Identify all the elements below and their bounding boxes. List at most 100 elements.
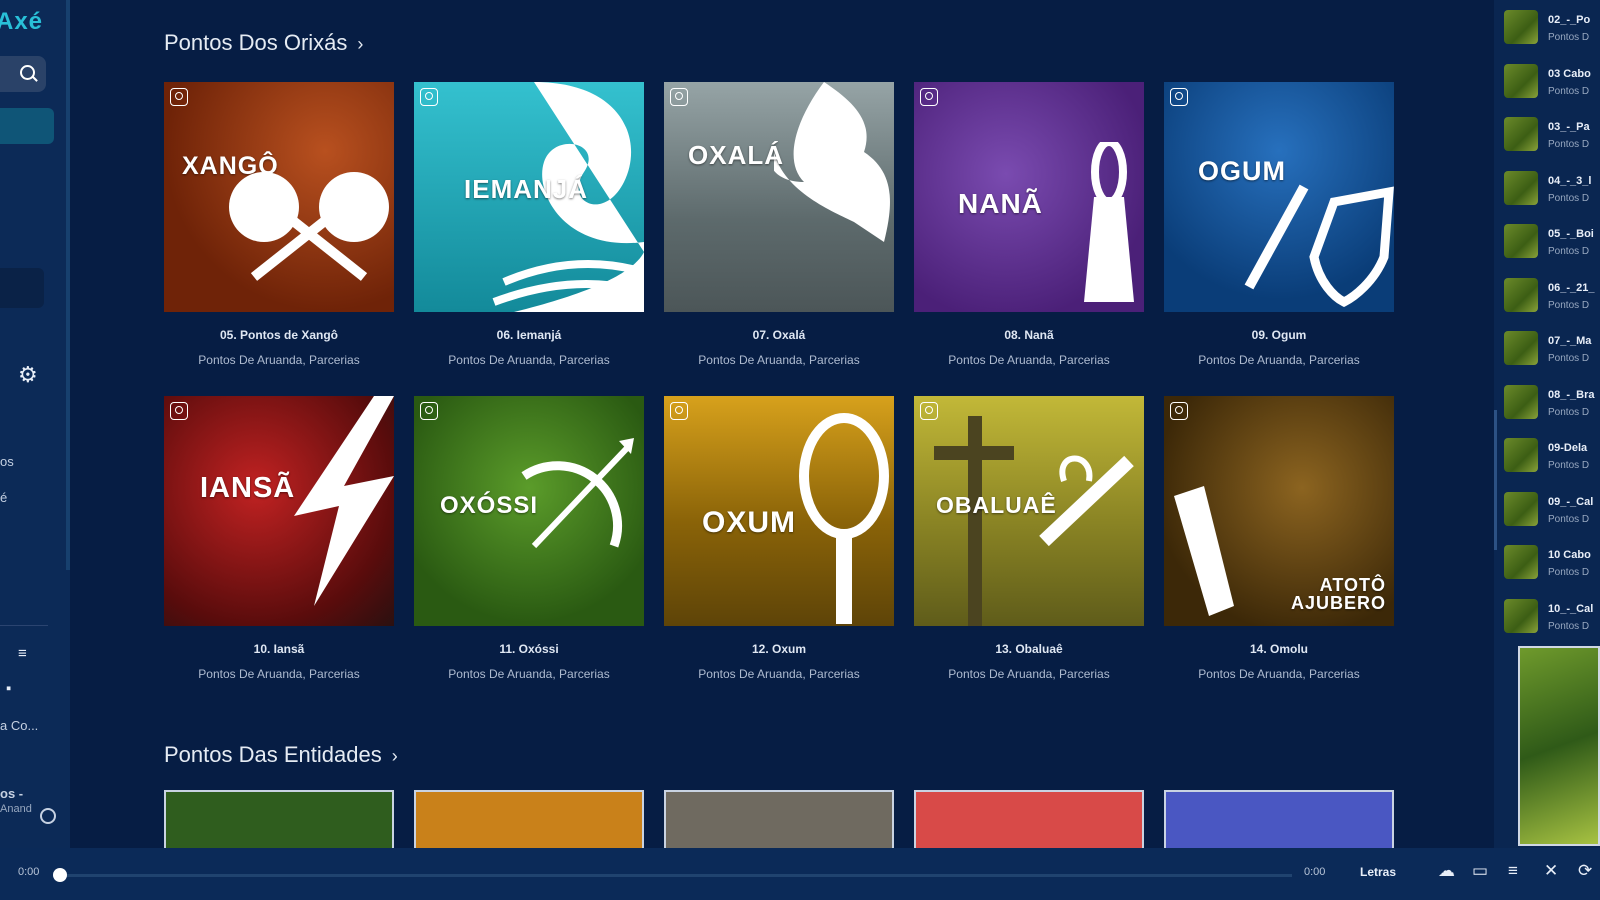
sidebar-divider bbox=[0, 625, 48, 626]
queue-icon[interactable]: ≡ bbox=[1508, 861, 1518, 881]
album-artist[interactable]: Pontos De Aruanda, Parcerias bbox=[1164, 667, 1394, 681]
album-card[interactable]: ATOTÔ AJUBERO 14. Omolu Pontos De Aruand… bbox=[1164, 396, 1394, 681]
album-cover[interactable]: OBALUAÊ bbox=[914, 396, 1144, 626]
album-card[interactable] bbox=[1164, 790, 1394, 848]
queue-item-title: 02_-_Po bbox=[1548, 14, 1591, 26]
album-card[interactable]: OXALÁ 07. Oxalá Pontos De Aruanda, Parce… bbox=[664, 82, 894, 367]
album-card[interactable] bbox=[414, 790, 644, 848]
album-title[interactable]: 14. Omolu bbox=[1164, 642, 1394, 656]
chevron-right-icon[interactable]: › bbox=[392, 746, 398, 766]
cast-icon[interactable]: ☁ bbox=[1438, 861, 1455, 881]
shuffle-icon[interactable]: ✕ bbox=[1544, 861, 1558, 881]
album-cover[interactable]: NANÃ bbox=[914, 82, 1144, 312]
album-card[interactable]: OGUM 09. Ogum Pontos De Aruanda, Parceri… bbox=[1164, 82, 1394, 367]
album-cover[interactable]: ATOTÔ AJUBERO bbox=[1164, 396, 1394, 626]
queue-item[interactable]: 04_-_3_l Pontos D bbox=[1504, 167, 1600, 213]
album-cover[interactable]: OGUM bbox=[1164, 82, 1394, 312]
dove-icon bbox=[774, 82, 890, 242]
section-title-entidades[interactable]: Pontos Das Entidades › bbox=[164, 742, 398, 768]
now-playing-artist: Anand bbox=[0, 803, 32, 815]
queue-item[interactable]: 07_-_Ma Pontos D bbox=[1504, 327, 1600, 373]
queue-thumbnail bbox=[1504, 10, 1538, 44]
album-title[interactable]: 13. Obaluaê bbox=[914, 642, 1144, 656]
search-button[interactable] bbox=[0, 56, 46, 92]
album-artist[interactable]: Pontos De Aruanda, Parcerias bbox=[914, 353, 1144, 367]
section-title-text[interactable]: Pontos Dos Orixás bbox=[164, 30, 347, 55]
like-icon[interactable] bbox=[40, 808, 56, 824]
progress-track[interactable] bbox=[60, 874, 1292, 877]
queue-item[interactable]: 05_-_Boi Pontos D bbox=[1504, 220, 1600, 266]
album-card[interactable] bbox=[914, 790, 1144, 848]
album-cover[interactable]: IEMANJÁ bbox=[414, 82, 644, 312]
album-artist[interactable]: Pontos De Aruanda, Parcerias bbox=[414, 353, 644, 367]
nav-item-active[interactable] bbox=[0, 108, 54, 144]
album-artist[interactable]: Pontos De Aruanda, Parcerias bbox=[414, 667, 644, 681]
queue-item[interactable]: 10 Cabo Pontos D bbox=[1504, 541, 1600, 587]
queue-item[interactable]: 02_-_Po Pontos D bbox=[1504, 6, 1600, 52]
playlist-add-icon[interactable]: ≡ bbox=[18, 645, 27, 662]
axe-icon bbox=[229, 172, 389, 281]
queue-item[interactable]: 09_-_Cal Pontos D bbox=[1504, 488, 1600, 534]
album-card[interactable]: IEMANJÁ 06. Iemanjá Pontos De Aruanda, P… bbox=[414, 82, 644, 367]
xaxara-icon bbox=[1039, 455, 1134, 547]
album-title[interactable]: 07. Oxalá bbox=[664, 328, 894, 342]
now-playing-artwork[interactable] bbox=[1518, 646, 1600, 846]
album-title[interactable]: 10. Iansã bbox=[164, 642, 394, 656]
album-cover[interactable]: OXALÁ bbox=[664, 82, 894, 312]
album-cover[interactable]: OXUM bbox=[664, 396, 894, 626]
queue-item[interactable]: 10_-_Cal Pontos D bbox=[1504, 595, 1600, 641]
sidebar-label[interactable]: os bbox=[0, 454, 14, 469]
chevron-right-icon[interactable]: › bbox=[357, 34, 363, 54]
queue-scrollbar[interactable] bbox=[1494, 410, 1497, 550]
queue-item[interactable]: 08_-_Bra Pontos D bbox=[1504, 381, 1600, 427]
settings-icon[interactable]: ⚙ bbox=[18, 362, 38, 388]
album-title[interactable]: 12. Oxum bbox=[664, 642, 894, 656]
lightning-icon bbox=[294, 396, 394, 606]
album-artist[interactable]: Pontos De Aruanda, Parcerias bbox=[664, 353, 894, 367]
queue-item[interactable]: 06_-_21_ Pontos D bbox=[1504, 274, 1600, 320]
album-artist[interactable]: Pontos De Aruanda, Parcerias bbox=[1164, 353, 1394, 367]
album-card[interactable]: NANÃ 08. Nanã Pontos De Aruanda, Parceri… bbox=[914, 82, 1144, 367]
sidebar-playlist[interactable]: a Co... bbox=[0, 718, 38, 733]
album-title[interactable]: 09. Ogum bbox=[1164, 328, 1394, 342]
time-current: 0:00 bbox=[18, 866, 40, 878]
album-card[interactable] bbox=[164, 790, 394, 848]
album-badge-icon bbox=[170, 88, 188, 106]
device-icon[interactable]: ▭ bbox=[1472, 861, 1488, 881]
album-badge-icon bbox=[670, 402, 688, 420]
album-card[interactable]: OXUM 12. Oxum Pontos De Aruanda, Parceri… bbox=[664, 396, 894, 681]
album-artist[interactable]: Pontos De Aruanda, Parcerias bbox=[164, 667, 394, 681]
queue-item-artist: Pontos D bbox=[1548, 32, 1590, 43]
album-artist[interactable]: Pontos De Aruanda, Parcerias bbox=[664, 667, 894, 681]
cover-name: OXALÁ bbox=[688, 140, 784, 170]
queue-item-title: 03 Cabo bbox=[1548, 67, 1591, 80]
album-badge-icon bbox=[670, 88, 688, 106]
album-cover[interactable]: IANSÃ bbox=[164, 396, 394, 626]
sidebar-label[interactable]: é bbox=[0, 490, 7, 505]
album-cover[interactable]: OXÓSSI bbox=[414, 396, 644, 626]
album-card[interactable]: XANGÔ 05. Pontos de Xangô Pontos De Arua… bbox=[164, 82, 394, 367]
album-card[interactable]: OBALUAÊ 13. Obaluaê Pontos De Aruanda, P… bbox=[914, 396, 1144, 681]
progress-handle[interactable] bbox=[53, 868, 67, 882]
album-title[interactable]: 08. Nanã bbox=[914, 328, 1144, 342]
sidebar-resizer[interactable] bbox=[66, 0, 70, 570]
album-card[interactable] bbox=[664, 790, 894, 848]
nav-item[interactable] bbox=[0, 268, 44, 308]
lyrics-button[interactable]: Letras bbox=[1360, 865, 1396, 879]
album-cover[interactable]: XANGÔ bbox=[164, 82, 394, 312]
album-card[interactable]: OXÓSSI 11. Oxóssi Pontos De Aruanda, Par… bbox=[414, 396, 644, 681]
cover-name: NANÃ bbox=[958, 188, 1043, 219]
album-title[interactable]: 06. Iemanjá bbox=[414, 328, 644, 342]
section-title-orixas[interactable]: Pontos Dos Orixás › bbox=[164, 30, 363, 56]
section-title-text[interactable]: Pontos Das Entidades bbox=[164, 742, 382, 767]
cover-name: ATOTÔ AJUBERO bbox=[1290, 575, 1386, 613]
repeat-icon[interactable]: ⟳ bbox=[1578, 861, 1592, 881]
queue-item[interactable]: 03_-_Pa Pontos D bbox=[1504, 113, 1600, 159]
queue-item[interactable]: 09-Dela Pontos D bbox=[1504, 434, 1600, 480]
album-artist[interactable]: Pontos De Aruanda, Parcerias bbox=[914, 667, 1144, 681]
album-title[interactable]: 05. Pontos de Xangô bbox=[164, 328, 394, 342]
album-title[interactable]: 11. Oxóssi bbox=[414, 642, 644, 656]
queue-item[interactable]: 03 Cabo Pontos D bbox=[1504, 60, 1600, 106]
album-card[interactable]: IANSÃ 10. Iansã Pontos De Aruanda, Parce… bbox=[164, 396, 394, 681]
album-artist[interactable]: Pontos De Aruanda, Parcerias bbox=[164, 353, 394, 367]
